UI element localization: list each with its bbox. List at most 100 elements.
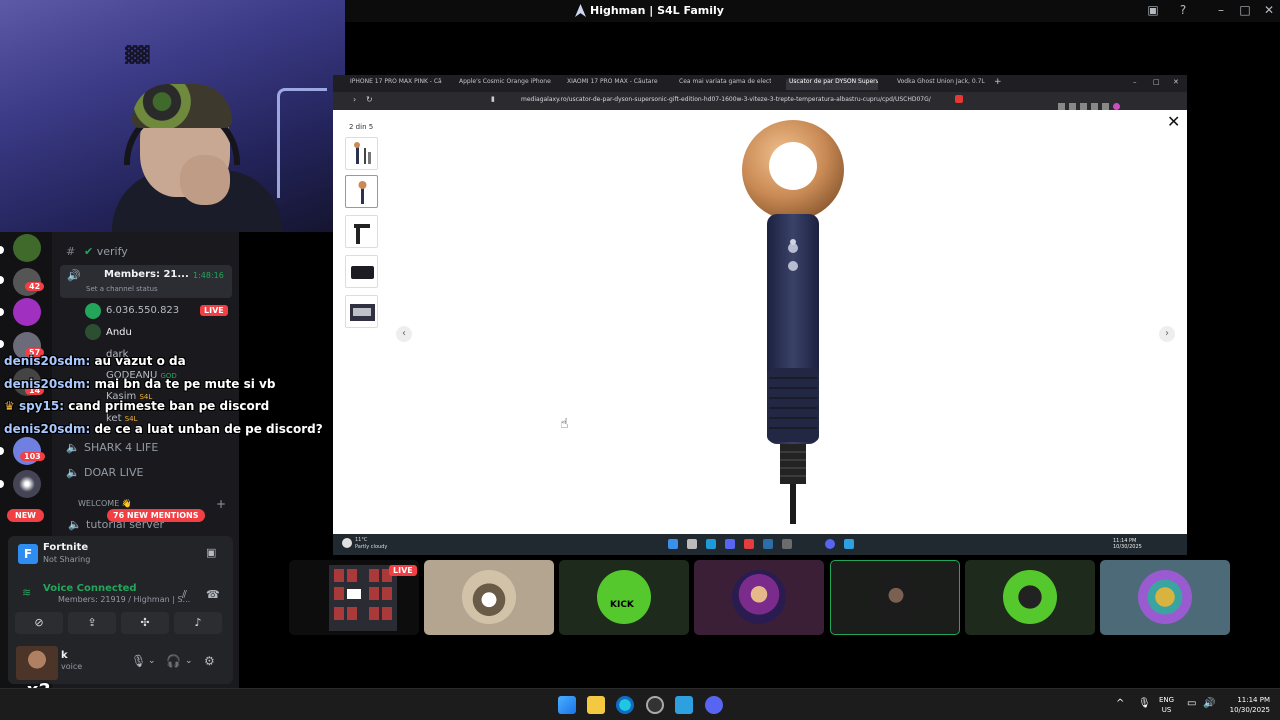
category-welcome[interactable]: WELCOME 👋 — [78, 499, 132, 508]
browser-tab[interactable]: Apple's Cosmic Orange iPhone 17 P... — [459, 78, 551, 90]
shared-screen[interactable]: IPHONE 17 PRO MAX PINK - Căutare Apple's… — [333, 75, 1187, 555]
participant-tile[interactable]: KICK — [559, 560, 689, 635]
minimize-button[interactable]: – — [1133, 78, 1137, 90]
file-explorer-icon[interactable] — [587, 696, 605, 714]
extension-icon[interactable] — [955, 95, 963, 103]
taskbar-app-icon[interactable] — [687, 539, 697, 549]
new-pill[interactable]: NEW — [7, 509, 44, 522]
inbox-icon[interactable]: ▣ — [1146, 3, 1160, 17]
next-arrow-icon[interactable]: › — [1159, 326, 1175, 342]
taskbar-app-icon[interactable] — [744, 539, 754, 549]
chevron-down-icon[interactable]: ⌄ — [148, 656, 156, 666]
volume-icon[interactable]: 🔊 — [1203, 698, 1215, 709]
server-icon[interactable] — [13, 234, 41, 262]
thumbnail[interactable] — [345, 137, 378, 170]
close-icon[interactable]: ✕ — [1167, 112, 1180, 131]
thumbnail[interactable] — [345, 255, 378, 288]
channel-status-prompt[interactable]: Set a channel status — [86, 285, 158, 293]
app-icon[interactable] — [675, 696, 693, 714]
voice-connected-channel[interactable]: Members: 21919 / Highman | S... — [58, 595, 190, 604]
chat-user: denis20sdm: — [4, 377, 91, 391]
voice-channel-shark[interactable]: 🔈 SHARK 4 LIFE — [66, 441, 158, 454]
taskbar-app-icon[interactable] — [706, 539, 716, 549]
prev-arrow-icon[interactable]: ‹ — [396, 326, 412, 342]
voice-channel-doar-live[interactable]: 🔈 DOAR LIVE — [66, 466, 143, 479]
avatar[interactable] — [16, 646, 58, 680]
discord-icon[interactable] — [705, 696, 723, 714]
camera-off-button[interactable]: ⊘ — [15, 612, 63, 634]
share-screen-button[interactable]: ⇪ — [68, 612, 116, 634]
start-icon[interactable] — [668, 539, 678, 549]
new-mentions-pill[interactable]: 76 NEW MENTIONS — [107, 509, 205, 522]
browser-tab[interactable]: Vodka Ghost Union Jack, 0.7L — [897, 78, 989, 90]
participant-tile[interactable] — [694, 560, 824, 635]
stream-icon[interactable]: ▣ — [206, 546, 216, 559]
clock-time: 11:14 PM — [1237, 696, 1270, 704]
clock[interactable]: 11:14 PM 10/30/2025 — [1222, 695, 1270, 715]
chat-text: au vazut o da — [94, 354, 186, 368]
channel-label: SHARK 4 LIFE — [84, 441, 159, 454]
server-icon[interactable] — [13, 470, 41, 498]
thumbnail-selected[interactable] — [345, 175, 378, 208]
participant-tile[interactable] — [424, 560, 554, 635]
language-indicator[interactable]: ENG US — [1159, 695, 1174, 715]
app-icon[interactable] — [646, 696, 664, 714]
maximize-button[interactable]: □ — [1153, 78, 1160, 90]
close-button[interactable]: ✕ — [1173, 78, 1179, 90]
noise-suppression-icon[interactable]: ⫽ — [182, 588, 187, 602]
edge-icon[interactable] — [616, 696, 634, 714]
voice-user[interactable]: 6.036.550.823 — [106, 305, 179, 316]
avatar — [732, 570, 786, 624]
new-tab-icon[interactable]: + — [994, 77, 1002, 89]
windows-start-icon[interactable] — [558, 696, 576, 714]
browser-tab-active[interactable]: Uscator de par DYSON Supersonic... — [786, 78, 878, 90]
taskbar-app-icon[interactable] — [782, 539, 792, 549]
participant-tile[interactable] — [965, 560, 1095, 635]
avatar — [85, 303, 101, 319]
help-icon[interactable]: ? — [1176, 3, 1190, 17]
language: ENG — [1159, 696, 1175, 704]
add-channel-icon[interactable]: + — [216, 497, 226, 511]
webcam-overlay: ▓▓ — [0, 0, 345, 232]
chevron-up-icon[interactable]: ^ — [1116, 698, 1124, 709]
taskbar-app-icon[interactable] — [825, 539, 835, 549]
crown-icon: ♛ — [4, 399, 15, 413]
minimize-button[interactable]: – — [1214, 3, 1228, 17]
voice-channel-name: Members: 21... — [104, 269, 189, 280]
avatar: KICK — [597, 570, 651, 624]
thumbnail[interactable] — [345, 215, 378, 248]
taskbar-app-icon[interactable] — [725, 539, 735, 549]
browser-tab[interactable]: Cea mai variata gama de electronic... — [679, 78, 771, 90]
chat-user: spy15: — [18, 399, 65, 413]
user-status: voice — [61, 662, 83, 671]
voice-channel-active[interactable]: 🔊 Members: 21... 1:48:16 Set a channel s… — [60, 265, 232, 298]
bookmark-icon[interactable]: ▮ — [491, 95, 495, 103]
microphone-icon[interactable]: 🎙 — [131, 654, 146, 668]
voice-user[interactable]: Andu — [106, 327, 132, 338]
activities-button[interactable]: ✣ — [121, 612, 169, 634]
network-icon[interactable]: ▭ — [1187, 698, 1196, 709]
close-button[interactable]: ✕ — [1262, 3, 1276, 17]
url-field[interactable]: mediagalaxy.ro/uscator-de-par-dyson-supe… — [521, 96, 931, 103]
channel-verify[interactable]: # ✔ verify — [66, 245, 128, 258]
chat-text: mai bn da te pe mute si vb — [94, 377, 276, 391]
participant-tile-speaking[interactable] — [830, 560, 960, 635]
gear-icon[interactable]: ⚙ — [204, 654, 215, 668]
server-icon[interactable] — [13, 298, 41, 326]
thumbnail[interactable] — [345, 295, 378, 328]
headphones-icon[interactable]: 🎧 — [166, 654, 181, 668]
activity-sub: Not Sharing — [43, 555, 91, 564]
microphone-icon[interactable]: 🎙 — [1138, 698, 1151, 709]
chevron-down-icon[interactable]: ⌄ — [185, 656, 193, 666]
participant-tile[interactable] — [1100, 560, 1230, 635]
disconnect-icon[interactable]: ☎ — [206, 588, 220, 601]
maximize-button[interactable]: □ — [1238, 3, 1252, 17]
soundboard-button[interactable]: ♪ — [174, 612, 222, 634]
forward-icon[interactable]: › — [353, 95, 356, 104]
taskbar-app-icon[interactable] — [763, 539, 773, 549]
taskbar-app-icon[interactable] — [844, 539, 854, 549]
reload-icon[interactable]: ↻ — [366, 95, 373, 104]
browser-tab[interactable]: IPHONE 17 PRO MAX PINK - Căutare — [350, 78, 442, 90]
browser-toolbar-icons[interactable] — [1058, 95, 1178, 110]
browser-tab[interactable]: XIAOMI 17 PRO MAX - Căutare Goo... — [567, 78, 659, 90]
